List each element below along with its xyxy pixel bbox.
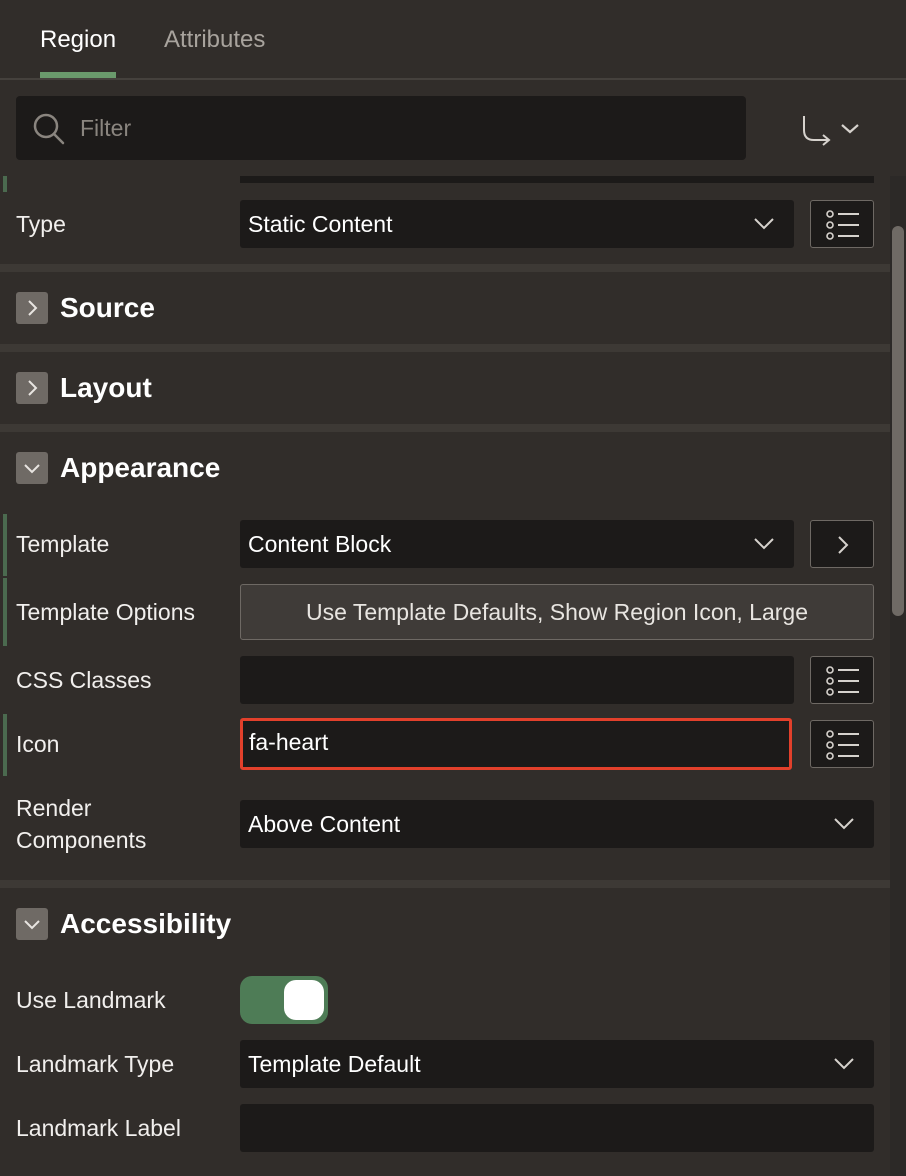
chevron-right-icon	[838, 536, 849, 554]
collapse-toggle[interactable]	[16, 908, 48, 940]
chevron-right-icon	[28, 380, 38, 396]
section-title: Appearance	[60, 452, 221, 483]
chevron-down-icon	[754, 218, 774, 230]
render-components-value: Above Content	[248, 811, 401, 837]
chevron-right-icon	[28, 300, 38, 316]
template-select[interactable]: Content Block	[240, 520, 794, 568]
modified-marker	[3, 578, 7, 646]
toggle-knob	[284, 980, 324, 1020]
property-editor: Region Attributes Type Static Content	[0, 0, 906, 1176]
modified-marker	[3, 714, 7, 776]
chevron-down-icon	[834, 1058, 854, 1070]
template-label: Template	[16, 531, 110, 557]
tab-attributes[interactable]: Attributes	[164, 26, 265, 54]
active-tab-indicator	[40, 72, 116, 78]
modified-marker	[3, 176, 7, 192]
list-picker-icon	[826, 666, 859, 696]
render-components-label-line1: Render	[16, 795, 92, 821]
goto-group-button[interactable]	[796, 108, 866, 152]
section-divider	[0, 264, 890, 272]
landmark-label-label: Landmark Label	[16, 1115, 181, 1141]
search-icon	[33, 113, 65, 145]
goto-arrow-icon	[803, 116, 859, 146]
chevron-down-icon	[834, 818, 854, 830]
template-options-button[interactable]: Use Template Defaults, Show Region Icon,…	[240, 584, 874, 640]
scrollbar-thumb[interactable]	[892, 226, 904, 616]
template-go-button[interactable]	[810, 520, 874, 568]
template-value: Content Block	[248, 531, 392, 557]
landmark-type-select[interactable]: Template Default	[240, 1040, 874, 1088]
section-title: Source	[60, 292, 155, 323]
use-landmark-label: Use Landmark	[16, 987, 166, 1013]
css-classes-label: CSS Classes	[16, 667, 152, 693]
css-classes-list-button[interactable]	[810, 656, 874, 704]
render-components-select[interactable]: Above Content	[240, 800, 874, 848]
tab-region[interactable]: Region	[40, 26, 116, 54]
expand-toggle[interactable]	[16, 292, 48, 324]
chevron-down-icon	[754, 538, 774, 550]
css-classes-input[interactable]	[240, 656, 794, 704]
landmark-label-input[interactable]	[240, 1104, 874, 1152]
render-components-label-line2: Components	[16, 827, 147, 853]
icon-label: Icon	[16, 731, 60, 757]
type-select[interactable]: Static Content	[240, 200, 794, 248]
tab-bar: Region Attributes	[0, 0, 906, 80]
section-title: Accessibility	[60, 908, 232, 939]
landmark-type-value: Template Default	[248, 1051, 421, 1077]
chevron-down-icon	[24, 464, 40, 474]
collapse-toggle[interactable]	[16, 452, 48, 484]
landmark-type-label: Landmark Type	[16, 1051, 175, 1077]
use-landmark-toggle[interactable]	[240, 976, 328, 1024]
icon-input[interactable]: fa-heart	[240, 718, 792, 770]
section-title: Layout	[60, 372, 152, 403]
chevron-down-icon	[24, 920, 40, 930]
icon-list-button[interactable]	[810, 720, 874, 768]
section-divider	[0, 344, 890, 352]
list-picker-icon	[826, 730, 859, 760]
filter-input[interactable]	[80, 110, 720, 146]
modified-marker	[3, 514, 7, 576]
partial-field	[240, 176, 874, 183]
template-options-label: Template Options	[16, 599, 195, 625]
type-list-button[interactable]	[810, 200, 874, 248]
expand-toggle[interactable]	[16, 372, 48, 404]
section-divider	[0, 880, 890, 888]
list-picker-icon	[826, 210, 859, 240]
filter-bar	[16, 96, 746, 160]
type-label: Type	[16, 211, 66, 237]
section-divider	[0, 424, 890, 432]
type-value: Static Content	[248, 211, 393, 237]
